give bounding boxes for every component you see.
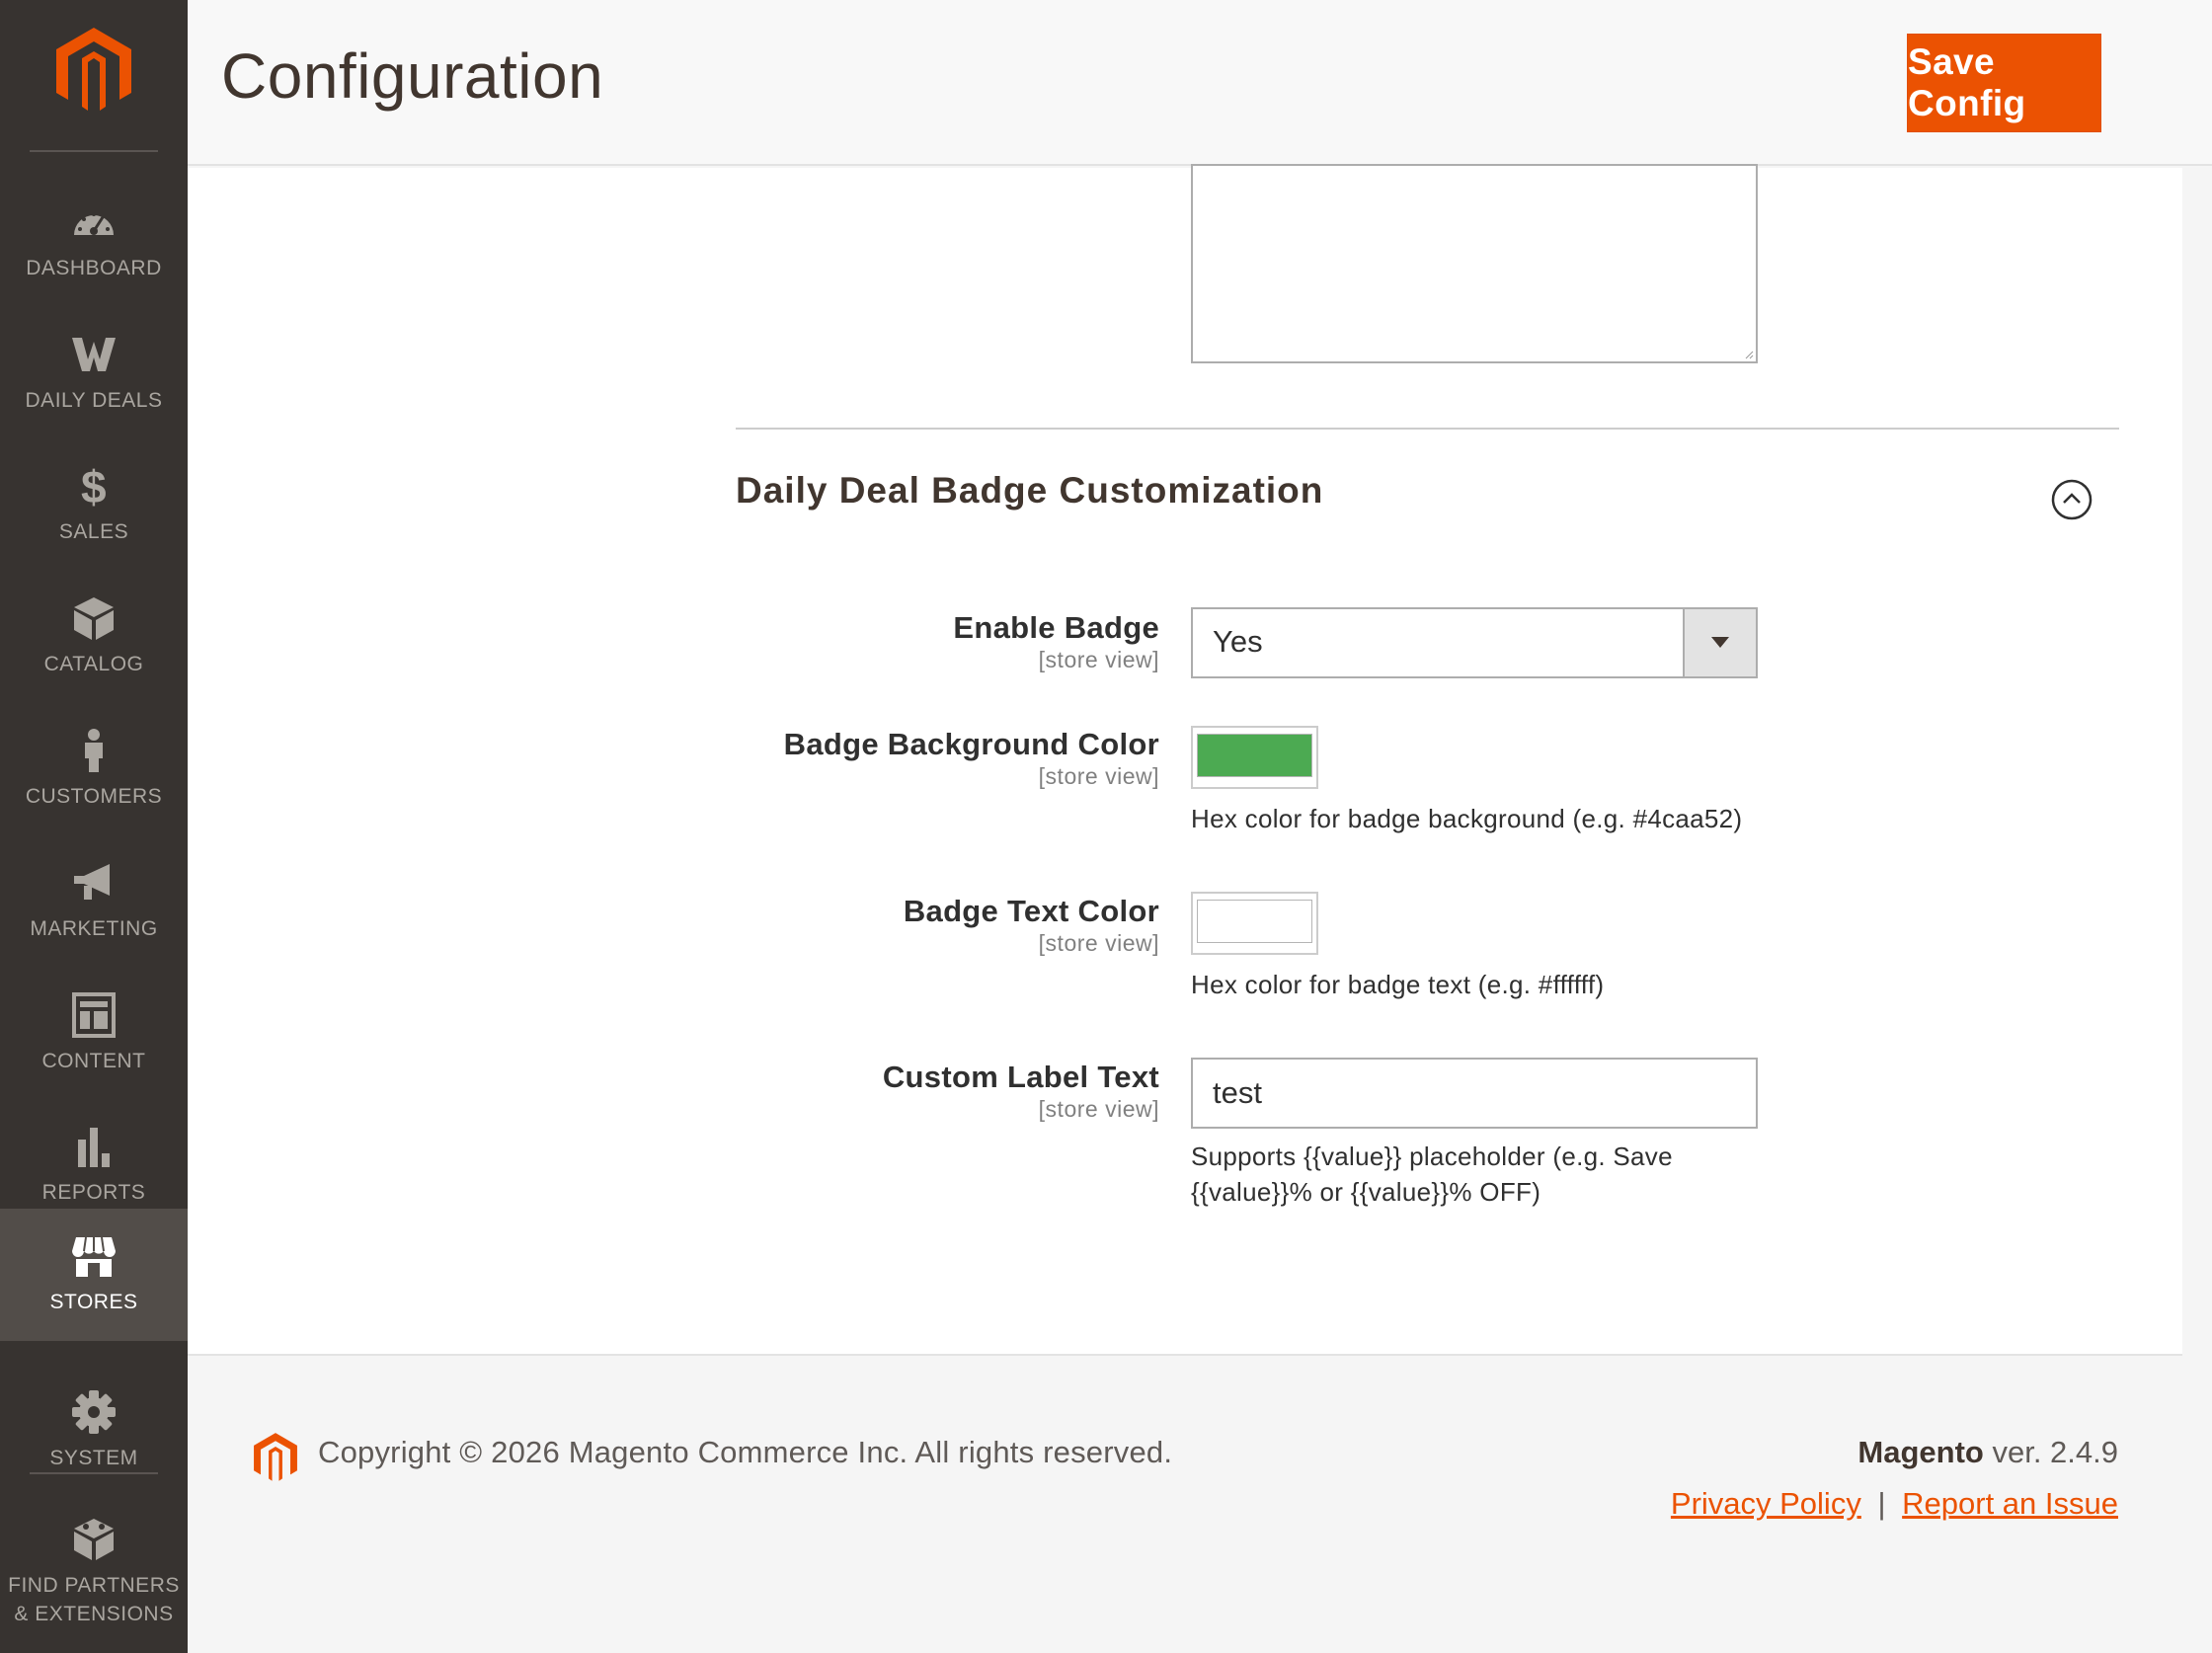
- sidebar-item-dashboard[interactable]: DASHBOARD: [0, 175, 188, 307]
- custom-label-text-input[interactable]: test: [1191, 1058, 1758, 1129]
- svg-text:$: $: [81, 463, 107, 509]
- magento-footer-logo-icon: [254, 1433, 297, 1481]
- custom-label-text-scope: [store view]: [1038, 1096, 1159, 1122]
- badge-text-color-scope: [store view]: [1038, 930, 1159, 956]
- sidebar-item-catalog[interactable]: CATALOG: [0, 571, 188, 703]
- sidebar-item-marketing[interactable]: MARKETING: [0, 835, 188, 968]
- dropdown-arrow-icon[interactable]: [1683, 609, 1756, 676]
- magento-logo[interactable]: [0, 0, 188, 153]
- badge-text-color-hint: Hex color for badge text (e.g. #ffffff): [1191, 970, 1605, 999]
- sidebar-item-system[interactable]: SYSTEM: [0, 1365, 188, 1497]
- megaphone-icon: [69, 859, 118, 906]
- sidebar-item-stores[interactable]: STORES: [0, 1209, 188, 1341]
- collapse-section-icon[interactable]: [2050, 478, 2094, 521]
- sidebar-item-sales[interactable]: $ SALES: [0, 438, 188, 571]
- copyright-text: Copyright © 2026 Magento Commerce Inc. A…: [318, 1435, 1173, 1469]
- enable-badge-value: Yes: [1213, 624, 1263, 659]
- blocks-icon: [69, 1516, 118, 1563]
- page-header: Configuration Save Config: [188, 0, 2212, 166]
- dashboard-icon: [69, 198, 118, 246]
- badge-text-color-swatch: [1197, 900, 1312, 943]
- version-info: Magento ver. 2.4.9: [1857, 1435, 2118, 1469]
- bar-chart-icon: [69, 1123, 118, 1170]
- badge-text-color-picker[interactable]: [1191, 892, 1318, 955]
- badge-bg-color-swatch: [1197, 734, 1312, 777]
- person-icon: [69, 727, 118, 774]
- config-content: Daily Deal Badge Customization Enable Ba…: [188, 164, 2182, 1356]
- sidebar-item-daily-deals[interactable]: DAILY DEALS: [0, 307, 188, 439]
- section-divider: [736, 428, 2119, 430]
- sidebar-divider: [30, 150, 158, 152]
- section-title: Daily Deal Badge Customization: [736, 470, 1324, 511]
- badge-text-color-label: Badge Text Color: [903, 894, 1159, 928]
- sidebar-divider: [30, 1472, 158, 1474]
- enable-badge-scope: [store view]: [1038, 647, 1159, 672]
- storefront-icon: [69, 1232, 118, 1280]
- footer-links: Privacy Policy | Report an Issue: [1671, 1486, 2118, 1522]
- resize-handle-icon: [1745, 351, 1754, 359]
- previous-field-textarea[interactable]: [1191, 164, 1758, 363]
- box-icon: [69, 594, 118, 642]
- badge-bg-color-label: Badge Background Color: [783, 727, 1159, 761]
- gear-icon: [69, 1388, 118, 1436]
- badge-bg-color-hint: Hex color for badge background (e.g. #4c…: [1191, 804, 1743, 833]
- sidebar-item-customers[interactable]: CUSTOMERS: [0, 703, 188, 835]
- daily-deals-icon: [69, 331, 118, 378]
- layout-icon: [69, 991, 118, 1039]
- admin-sidebar: DASHBOARD DAILY DEALS $ SALES CATALOG CU…: [0, 0, 188, 1653]
- enable-badge-select[interactable]: Yes: [1191, 607, 1758, 678]
- custom-label-text-label: Custom Label Text: [882, 1060, 1159, 1094]
- privacy-policy-link[interactable]: Privacy Policy: [1671, 1486, 1861, 1521]
- badge-bg-color-picker[interactable]: [1191, 726, 1318, 789]
- custom-label-text-hint: Supports {{value}} placeholder (e.g. Sav…: [1191, 1141, 1673, 1207]
- report-issue-link[interactable]: Report an Issue: [1902, 1486, 2118, 1521]
- save-config-button[interactable]: Save Config: [1907, 34, 2101, 132]
- magento-logo-icon: [56, 27, 131, 111]
- sidebar-item-find-partners[interactable]: FIND PARTNERS & EXTENSIONS: [0, 1491, 188, 1653]
- page-title: Configuration: [221, 40, 604, 112]
- enable-badge-label: Enable Badge: [953, 610, 1159, 645]
- sidebar-item-content[interactable]: CONTENT: [0, 968, 188, 1100]
- footer-link-separator: |: [1877, 1486, 1886, 1521]
- dollar-icon: $: [69, 462, 118, 510]
- badge-bg-color-scope: [store view]: [1038, 763, 1159, 789]
